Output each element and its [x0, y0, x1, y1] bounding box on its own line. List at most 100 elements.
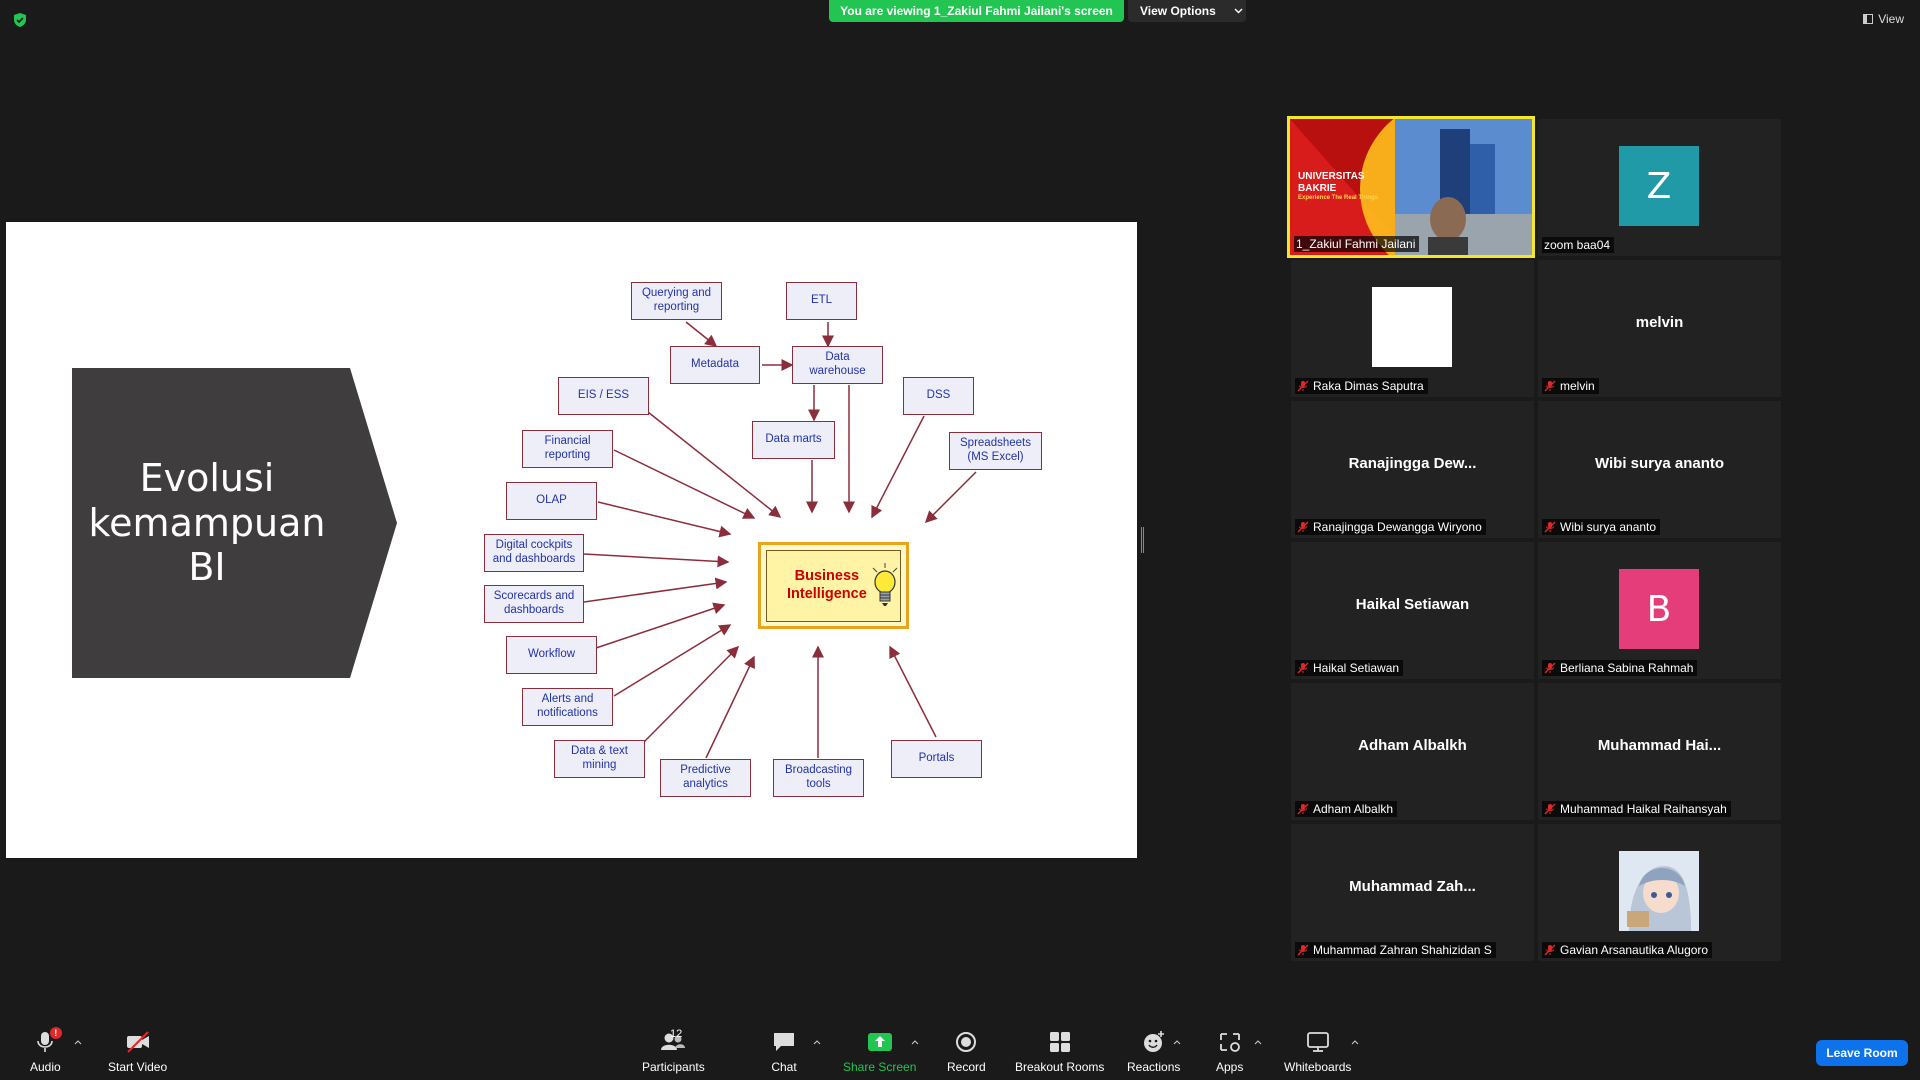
node-etl: ETL — [786, 282, 857, 320]
share-screen-icon — [867, 1033, 892, 1051]
mic-off-icon — [1544, 521, 1556, 533]
layout-grid-icon — [1863, 14, 1874, 24]
arrow — [583, 553, 730, 568]
reactions-button[interactable]: Reactions — [1127, 1030, 1180, 1074]
participant-tile[interactable]: Adham Albalkh Adham Albalkh — [1291, 683, 1534, 820]
reactions-options-caret[interactable] — [1173, 1040, 1181, 1045]
node-querying: Querying and reporting — [631, 282, 722, 320]
node-digital-cockpits: Digital cockpits and dashboards — [484, 534, 584, 572]
business-intelligence-box: Business Intelligence — [758, 542, 909, 629]
participants-button[interactable]: 12 Participants — [642, 1028, 705, 1074]
node-line: Spreadsheets — [960, 437, 1031, 450]
mic-off-icon — [1297, 944, 1309, 956]
participant-tile[interactable]: melvin melvin — [1538, 260, 1781, 397]
participant-name: Berliana Sabina Rahmah — [1560, 661, 1694, 675]
share-screen-button[interactable]: Share Screen — [843, 1030, 916, 1074]
arrow — [685, 321, 718, 347]
arrow — [871, 415, 925, 519]
whiteboards-options-caret[interactable] — [1351, 1040, 1359, 1045]
participant-name: Muhammad Haikal Raihansyah — [1560, 802, 1727, 816]
video-off-icon — [126, 1031, 149, 1053]
participant-center-name: Muhammad Zah... — [1349, 878, 1476, 895]
participant-tile[interactable]: Z zoom baa04 — [1538, 119, 1781, 256]
node-line: Alerts and — [541, 693, 594, 706]
share-options-caret[interactable] — [911, 1040, 919, 1045]
participant-tile[interactable]: Wibi surya ananto Wibi surya ananto — [1538, 401, 1781, 538]
chat-options-caret[interactable] — [813, 1040, 821, 1045]
breakout-rooms-button[interactable]: Breakout Rooms — [1015, 1030, 1104, 1074]
audio-options-caret[interactable] — [74, 1040, 82, 1045]
participant-name: Muhammad Zahran Shahizidan S — [1313, 943, 1492, 957]
participant-name-tag: Raka Dimas Saputra — [1295, 378, 1428, 394]
node-scorecards: Scorecards and dashboards — [484, 585, 584, 623]
participant-name-tag: melvin — [1542, 378, 1599, 394]
participant-tile[interactable]: UNIVERSITAS BAKRIE Experience The Real T… — [1287, 116, 1535, 258]
whiteboards-label: Whiteboards — [1284, 1060, 1352, 1074]
apps-options-caret[interactable] — [1254, 1040, 1262, 1045]
participant-name-tag: 1_Zakiul Fahmi Jailani — [1294, 236, 1420, 252]
node-line: Predictive — [680, 764, 731, 777]
start-video-label: Start Video — [108, 1060, 168, 1074]
meeting-toolbar: ! Audio Start Video 12 Participants Chat… — [0, 1018, 1920, 1080]
zoom-window: You are viewing 1_Zakiul Fahmi Jailani's… — [0, 0, 1920, 1080]
mic-off-icon — [1297, 803, 1309, 815]
participant-name: zoom baa04 — [1544, 238, 1611, 252]
reactions-label: Reactions — [1127, 1060, 1181, 1074]
record-icon — [956, 1032, 977, 1052]
avatar: B — [1619, 569, 1699, 649]
participant-tile[interactable]: Haikal Setiawan Haikal Setiawan — [1291, 542, 1534, 679]
chat-button[interactable]: Chat — [771, 1030, 797, 1074]
participant-tile[interactable]: B Berliana Sabina Rahmah — [1538, 542, 1781, 679]
participant-name-tag: Gavian Arsanautika Alugoro — [1542, 942, 1713, 958]
participant-tile[interactable]: Muhammad Hai... Muhammad Haikal Raihansy… — [1538, 683, 1781, 820]
view-options-button[interactable]: View Options — [1128, 0, 1246, 22]
node-line: mining — [582, 759, 617, 771]
whiteboards-button[interactable]: Whiteboards — [1284, 1030, 1351, 1074]
video-overlay-text: UNIVERSITAS BAKRIE Experience The Real T… — [1298, 171, 1378, 202]
node-data-warehouse: Data warehouse — [792, 346, 883, 384]
node-workflow: Workflow — [506, 636, 597, 674]
participant-tile[interactable]: Raka Dimas Saputra — [1291, 260, 1534, 397]
node-line: warehouse — [809, 365, 866, 377]
node-line: and dashboards — [492, 553, 576, 565]
mic-off-icon — [1297, 662, 1309, 674]
split-divider-handle[interactable] — [1141, 527, 1144, 553]
node-data-marts: Data marts — [752, 421, 835, 459]
participant-name: Wibi surya ananto — [1560, 520, 1657, 534]
participant-tile[interactable]: Gavian Arsanautika Alugoro — [1538, 824, 1781, 961]
node-line: Data — [825, 351, 850, 364]
participant-name-tag: Ranajingga Dewangga Wiryono — [1295, 519, 1486, 535]
audio-button[interactable]: ! Audio — [30, 1027, 62, 1074]
node-olap: OLAP — [506, 482, 597, 520]
node-line: Querying and — [641, 287, 712, 300]
view-label: View — [1878, 12, 1904, 26]
shield-icon[interactable] — [12, 12, 28, 28]
node-financial: Financial reporting — [522, 430, 613, 468]
node-line: Digital cockpits — [495, 539, 573, 552]
record-label: Record — [947, 1060, 986, 1074]
arrow — [643, 645, 740, 743]
breakout-rooms-icon — [1049, 1032, 1070, 1052]
participant-center-name: Ranajingga Dew... — [1348, 455, 1477, 472]
participant-tile[interactable]: Muhammad Zah... Muhammad Zahran Shahizid… — [1291, 824, 1534, 961]
view-layout-button[interactable]: View — [1863, 12, 1904, 26]
apps-button[interactable]: Apps — [1216, 1030, 1243, 1074]
record-button[interactable]: Record — [947, 1030, 986, 1074]
start-video-button[interactable]: Start Video — [108, 1030, 167, 1074]
smiley-icon — [1143, 1031, 1164, 1052]
arrow — [583, 577, 728, 603]
leave-room-button[interactable]: Leave Room — [1816, 1040, 1908, 1066]
node-portals: Portals — [891, 740, 982, 778]
whiteboard-icon — [1306, 1032, 1329, 1052]
avatar — [1372, 287, 1452, 367]
share-screen-label: Share Screen — [843, 1060, 917, 1074]
participant-name-tag: Haikal Setiawan — [1295, 660, 1404, 676]
apps-label: Apps — [1216, 1060, 1244, 1074]
breakout-rooms-label: Breakout Rooms — [1015, 1060, 1105, 1074]
node-predictive: Predictive analytics — [660, 759, 751, 797]
avatar: Z — [1619, 146, 1699, 226]
arrow — [597, 501, 732, 538]
chat-label: Chat — [771, 1060, 797, 1074]
participant-tile[interactable]: Ranajingga Dew... Ranajingga Dewangga Wi… — [1291, 401, 1534, 538]
node-alerts: Alerts and notifications — [522, 688, 613, 726]
